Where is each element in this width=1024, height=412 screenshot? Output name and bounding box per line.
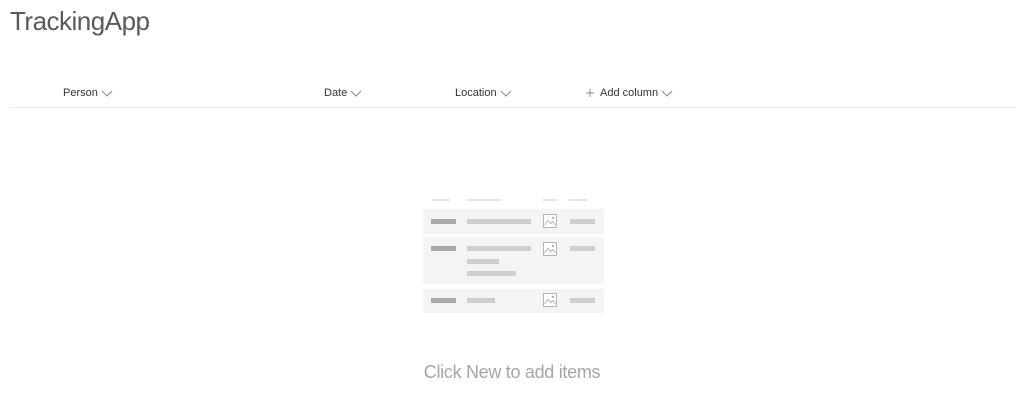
empty-list-message: Click New to add items [423,362,601,382]
chevron-down-icon [350,90,362,97]
illustration-bar [431,298,456,303]
illustration-bar [467,219,531,224]
list-header-row: Person Date Location Add column [10,78,1016,108]
image-placeholder-icon [543,293,557,307]
illustration-bar [467,259,499,264]
illustration-bar [467,271,516,276]
illustration-bar [570,246,595,251]
app-title: TrackingApp [10,6,150,36]
image-placeholder-icon [543,214,557,228]
illustration-bar [467,298,495,303]
add-column-label: Add column [600,87,659,99]
chevron-down-icon [661,90,673,97]
illustration-header-bar [569,199,587,201]
empty-list-illustration [421,196,605,316]
illustration-row [423,237,604,284]
illustration-bar [570,298,595,303]
illustration-bar [570,219,595,224]
illustration-header-bar [467,199,501,201]
chevron-down-icon [101,90,113,97]
image-placeholder-icon [543,242,557,256]
illustration-bar [467,246,531,251]
chevron-down-icon [500,90,511,97]
plus-icon [586,89,594,97]
page: TrackingApp Person Date Location Add col… [0,0,1024,412]
column-header-label: Person [63,87,98,99]
column-header-person[interactable]: Person [63,84,113,102]
illustration-header-bar [432,199,450,201]
column-header-label: Location [455,87,497,99]
column-header-date[interactable]: Date [324,84,362,102]
illustration-bar [431,246,456,251]
illustration-header-bar [543,199,557,201]
illustration-bar [431,219,456,224]
column-header-label: Date [324,87,348,99]
column-header-location[interactable]: Location [455,84,512,102]
add-column-button[interactable]: Add column [585,84,673,102]
